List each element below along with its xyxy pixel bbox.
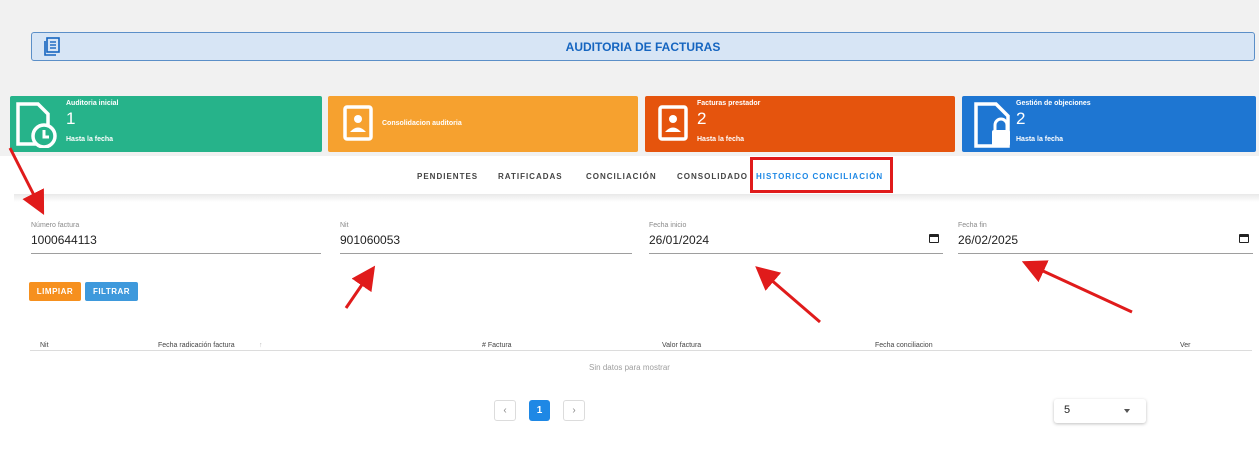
card-count: 2 [1016,109,1026,128]
numero-factura-value: 1000644113 [31,233,97,247]
nit-field[interactable]: Nit 901060053 [340,222,632,254]
card-subtitle: Hasta la fecha [66,136,114,143]
document-lock-icon [974,102,1010,148]
fecha-fin-field[interactable]: Fecha fin 26/02/2025 [958,222,1253,254]
tabs-divider [14,194,1259,202]
annotation-arrow [755,266,821,324]
column-header-nit[interactable]: Nit [40,342,49,349]
document-clock-icon [16,102,57,148]
table-header-divider [30,350,1252,351]
column-header-ver[interactable]: Ver [1180,342,1191,349]
nit-label: Nit [340,222,349,229]
numero-factura-field[interactable]: Número factura 1000644113 [31,222,321,254]
calendar-icon[interactable] [1239,234,1249,243]
fecha-inicio-label: Fecha inicio [649,222,687,229]
id-card-icon [658,105,688,141]
column-header-factura[interactable]: # Factura [482,342,512,349]
card-facturas-prestador[interactable]: Facturas prestador 2 Hasta la fecha [645,96,955,152]
card-subtitle: Hasta la fecha [1016,136,1064,143]
column-header-valor-factura[interactable]: Valor factura [662,342,701,349]
page-title: AUDITORIA DE FACTURAS [565,39,721,54]
card-auditoria-inicial[interactable]: Auditoria inicial 1 Hasta la fecha [10,96,322,152]
tab-bar: PENDIENTES RATIFICADAS CONCILIACIÓN CONS… [0,168,1259,188]
tab-consolidado[interactable]: CONSOLIDADO [677,172,748,181]
fecha-fin-value: 26/02/2025 [958,233,1019,247]
document-list-icon [44,37,60,56]
card-count: 2 [697,109,707,128]
annotation-arrow [1021,260,1133,314]
calendar-icon[interactable] [929,234,939,243]
column-header-fecha-conciliacion[interactable]: Fecha conciliacion [875,342,933,349]
chevron-down-icon [1124,409,1130,413]
tab-conciliacion[interactable]: CONCILIACIÓN [586,172,657,181]
page-size-value: 5 [1064,404,1071,416]
card-title: Consolidacion auditoria [382,120,462,127]
annotation-highlight-box [750,157,893,193]
card-title: Gestión de objeciones [1016,100,1091,107]
sort-arrow-icon[interactable]: ↑ [259,342,263,349]
card-title: Auditoria inicial [66,100,119,107]
card-count: 1 [66,109,76,128]
id-card-icon [343,105,373,141]
card-title: Facturas prestador [697,100,761,107]
current-page-button[interactable]: 1 [529,400,550,421]
filtrar-button[interactable]: FILTRAR [85,282,138,301]
card-subtitle: Hasta la fecha [697,136,745,143]
tab-pendientes[interactable]: PENDIENTES [417,172,478,181]
page-size-select[interactable]: 5 [1054,399,1146,423]
prev-page-button[interactable]: ‹ [494,400,516,421]
card-gestion-objeciones[interactable]: Gestión de objeciones 2 Hasta la fecha [962,96,1256,152]
column-header-fecha-radicacion[interactable]: Fecha radicación factura [158,342,235,349]
annotation-arrow [344,265,376,309]
limpiar-button[interactable]: LIMPIAR [29,282,81,301]
module-header: AUDITORIA DE FACTURAS [31,32,1255,61]
numero-factura-label: Número factura [31,222,80,229]
fecha-inicio-value: 26/01/2024 [649,233,710,247]
next-page-button[interactable]: › [563,400,585,421]
nit-value: 901060053 [340,233,401,247]
fecha-inicio-field[interactable]: Fecha inicio 26/01/2024 [649,222,943,254]
empty-table-message: Sin datos para mostrar [589,363,670,372]
fecha-fin-label: Fecha fin [958,222,987,229]
tab-ratificadas[interactable]: RATIFICADAS [498,172,563,181]
card-consolidacion-auditoria[interactable]: Consolidacion auditoria [328,96,638,152]
